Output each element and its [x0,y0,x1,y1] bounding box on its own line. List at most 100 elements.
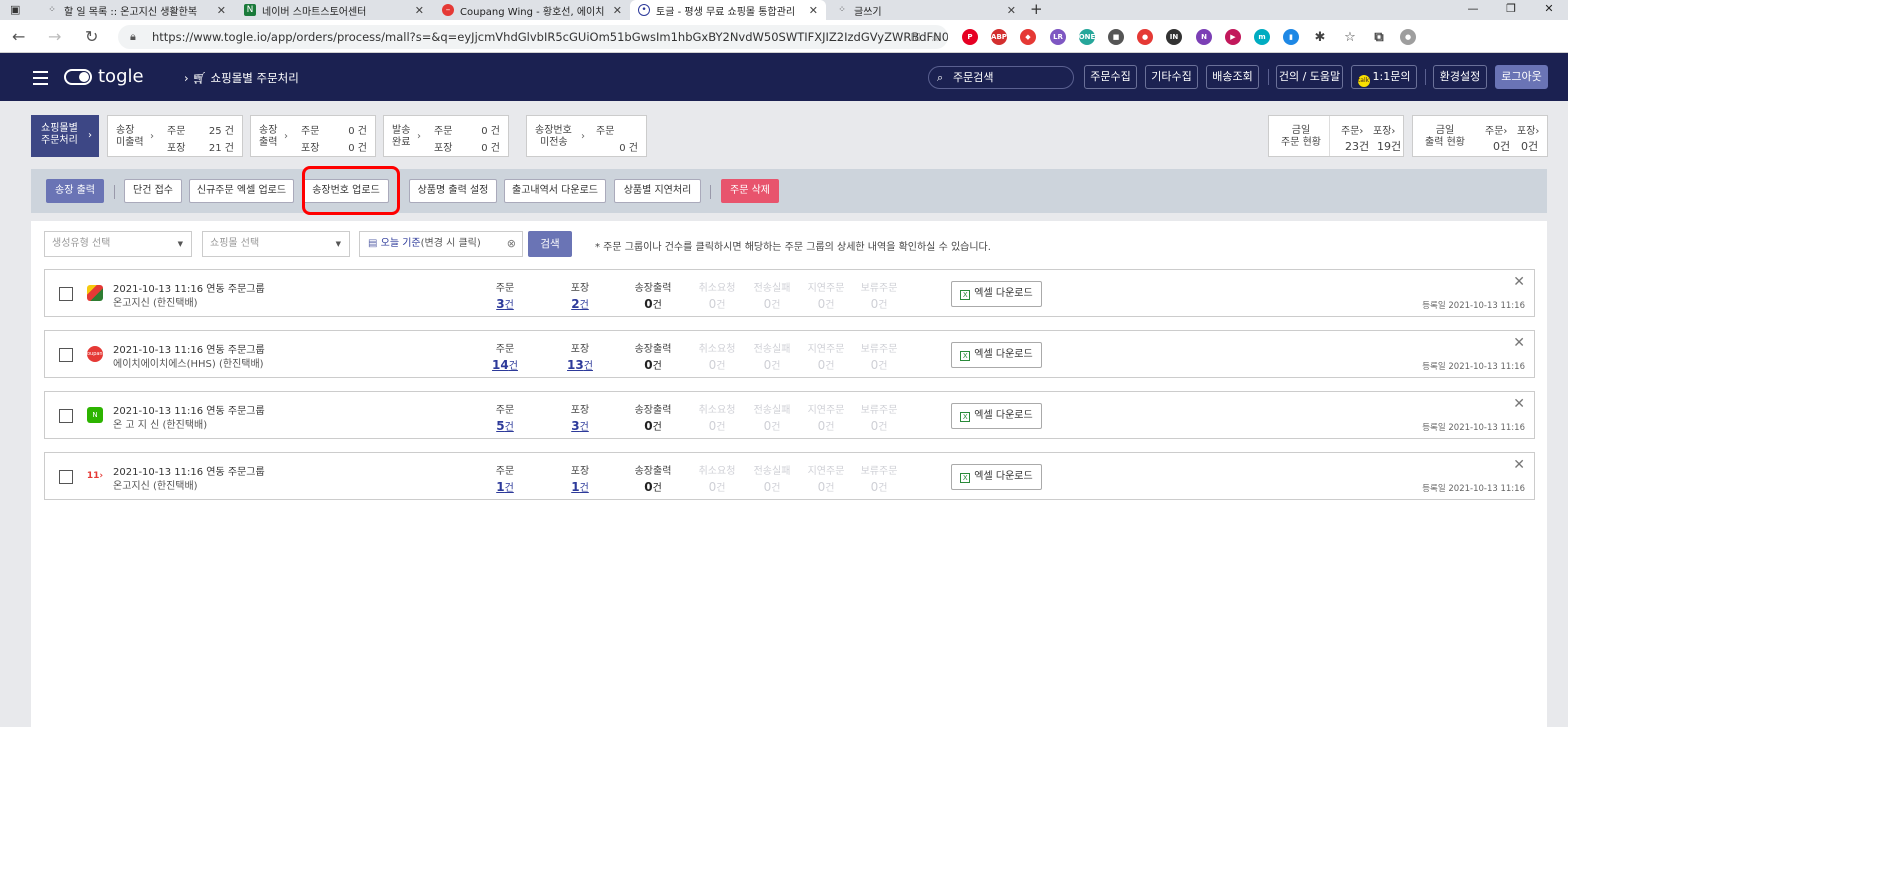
today-ship-pack-link[interactable]: 포장› [1517,122,1539,137]
close-icon[interactable]: ✕ [1513,274,1525,290]
window-close-icon[interactable]: ✕ [1530,0,1568,20]
close-icon[interactable]: ✕ [1513,335,1525,351]
sidebar-extension-icon[interactable]: ▮ [1283,29,1299,45]
status-invoice-unsent[interactable]: 송장번호 미전송 › 주문 0 건 [526,115,647,157]
stat-count-link[interactable]: 3건 [496,297,514,311]
togle-logo[interactable]: togle [64,66,144,87]
shield-extension-icon[interactable]: ◆ [1020,29,1036,45]
new-order-excel-upload-button[interactable]: 신규주문 엑셀 업로드 [189,179,294,203]
status-invoice-unprinted[interactable]: 송장 미출력 › 주문 25 건 포장 21 건 [107,115,243,157]
tab-coupang[interactable]: – Coupang Wing - 황호선, 에이치 ✕ [434,0,630,20]
adblock-extension-icon[interactable]: ABP [991,29,1007,45]
tab-togle[interactable]: • 토글 - 평생 무료 쇼핑몰 통합관리 ✕ [630,0,826,20]
order-group-row[interactable]: N 2021-10-13 11:16 연동 주문그룹 온 고 지 신 (한진택배) 주… [44,391,1535,439]
close-icon[interactable]: ✕ [415,4,424,17]
stat-value[interactable]: 3건 [550,418,610,433]
print-invoice-button[interactable]: 송장 출력 [46,179,104,203]
order-group-row[interactable]: 2021-10-13 11:16 연동 주문그룹 온고지신 (한진택배) 주문 3건 포… [44,269,1535,317]
mall-order-process-box[interactable]: 쇼핑몰별 주문처리 › [31,115,99,157]
pinterest-extension-icon[interactable]: P [962,29,978,45]
row-checkbox[interactable] [59,287,73,301]
row-checkbox[interactable] [59,348,73,362]
stat-count-link[interactable]: 3건 [571,419,589,433]
close-icon[interactable]: ✕ [613,4,622,17]
delivery-check-button[interactable]: 배송조회 [1206,65,1259,89]
collect-orders-button[interactable]: 주문수집 [1084,65,1137,89]
key-icon[interactable]: ⚿ [911,25,920,49]
onenote-extension-icon[interactable]: N [1196,29,1212,45]
minimize-icon[interactable]: — [1454,0,1492,20]
close-icon[interactable]: ✕ [1007,4,1016,17]
order-group-row[interactable]: coupang 2021-10-13 11:16 연동 주문그룹 에이치에이치에스(… [44,330,1535,378]
stat-value[interactable]: 1건 [475,479,535,494]
tab-naver[interactable]: N 네이버 스마트스토어센터 ✕ [236,0,432,20]
single-order-button[interactable]: 단건 접수 [124,179,182,203]
restore-icon[interactable]: ❐ [1492,0,1530,20]
product-delay-process-button[interactable]: 상품별 지연처리 [614,179,701,203]
m-extension-icon[interactable]: m [1254,29,1270,45]
lr-extension-icon[interactable]: LR [1050,29,1066,45]
delete-order-button[interactable]: 주문 삭제 [721,179,779,203]
other-collect-button[interactable]: 기타수집 [1145,65,1198,89]
close-icon[interactable]: ✕ [1513,457,1525,473]
record-extension-icon[interactable]: ● [1137,29,1153,45]
status-invoice-printed[interactable]: 송장 출력 › 주문 0 건 포장 0 건 [250,115,376,157]
tab-todo[interactable]: ⁘ 할 일 목록 :: 온고지신 생활한복 ✕ [38,0,234,20]
help-button[interactable]: 건의 / 도움말 [1276,65,1343,89]
order-group-title[interactable]: 2021-10-13 11:16 연동 주문그룹 [113,402,265,417]
new-tab-icon[interactable]: + [1030,0,1043,18]
stat-value[interactable]: 3건 [475,296,535,311]
excel-download-button[interactable]: X 엑셀 다운로드 [951,281,1042,307]
stat-count-link[interactable]: 2건 [571,297,589,311]
order-group-title[interactable]: 2021-10-13 11:16 연동 주문그룹 [113,280,265,295]
close-icon[interactable]: ✕ [809,4,818,17]
reload-icon[interactable]: ↻ [85,27,98,46]
stat-value[interactable]: 2건 [550,296,610,311]
back-icon[interactable]: ← [12,27,25,46]
product-name-print-setting-button[interactable]: 상품명 출력 설정 [409,179,497,203]
status-shipped[interactable]: 발송 완료 › 주문 0 건 포장 0 건 [383,115,509,157]
order-search-input[interactable]: ⌕ 주문검색 [928,66,1074,89]
add-favorite-icon[interactable]: ☆ [930,25,940,49]
collections-icon[interactable]: ⧉ [1371,29,1387,45]
order-group-title[interactable]: 2021-10-13 11:16 연동 주문그룹 [113,463,265,478]
forward-icon[interactable]: → [48,27,61,46]
shipment-statement-download-button[interactable]: 출고내역서 다운로드 [504,179,606,203]
row-checkbox[interactable] [59,470,73,484]
excel-download-button[interactable]: X 엑셀 다운로드 [951,464,1042,490]
date-filter[interactable]: ▤ 오늘 기준(변경 시 클릭) ⊗ [359,231,523,257]
inquiry-button[interactable]: talk 1:1문의 [1351,65,1417,89]
excel-download-button[interactable]: X 엑셀 다운로드 [951,403,1042,429]
stat-count-link[interactable]: 14건 [492,358,518,372]
one-extension-icon[interactable]: ONE [1079,29,1095,45]
creation-type-select[interactable]: 생성유형 선택 ▼ [44,231,192,257]
stat-count-link[interactable]: 13건 [567,358,593,372]
stat-count-link[interactable]: 1건 [571,480,589,494]
stat-count-link[interactable]: 5건 [496,419,514,433]
menu-icon[interactable] [33,71,48,89]
close-icon[interactable]: ✕ [1513,396,1525,412]
stat-value[interactable]: 14건 [475,357,535,372]
tab-write[interactable]: ⁘ 글쓰기 ✕ [828,0,1024,20]
search-button[interactable]: 검색 [528,231,572,257]
profile-avatar[interactable]: ● [1400,29,1416,45]
row-checkbox[interactable] [59,409,73,423]
mall-select[interactable]: 쇼핑몰 선택 ▼ [202,231,350,257]
today-order-pack-link[interactable]: 포장› [1373,122,1395,137]
stat-value[interactable]: 5건 [475,418,535,433]
puzzle-extension-icon[interactable]: ✱ [1312,29,1328,45]
favorites-icon[interactable]: ☆ [1342,29,1358,45]
capture-extension-icon[interactable]: ■ [1108,29,1124,45]
settings-button[interactable]: 환경설정 [1433,65,1487,89]
play-extension-icon[interactable]: ▶ [1225,29,1241,45]
close-icon[interactable]: ✕ [217,4,226,17]
tab-actions-icon[interactable]: ▣ [10,3,20,16]
excel-download-button[interactable]: X 엑셀 다운로드 [951,342,1042,368]
stat-count-link[interactable]: 1건 [496,480,514,494]
stat-value[interactable]: 1건 [550,479,610,494]
stat-value[interactable]: 13건 [550,357,610,372]
lnn-extension-icon[interactable]: IN [1166,29,1182,45]
clear-circle-icon[interactable]: ⊗ [507,232,516,256]
url-field[interactable]: 🔒︎ https://www.togle.io/app/orders/proce… [118,25,948,49]
order-group-title[interactable]: 2021-10-13 11:16 연동 주문그룹 [113,341,265,356]
